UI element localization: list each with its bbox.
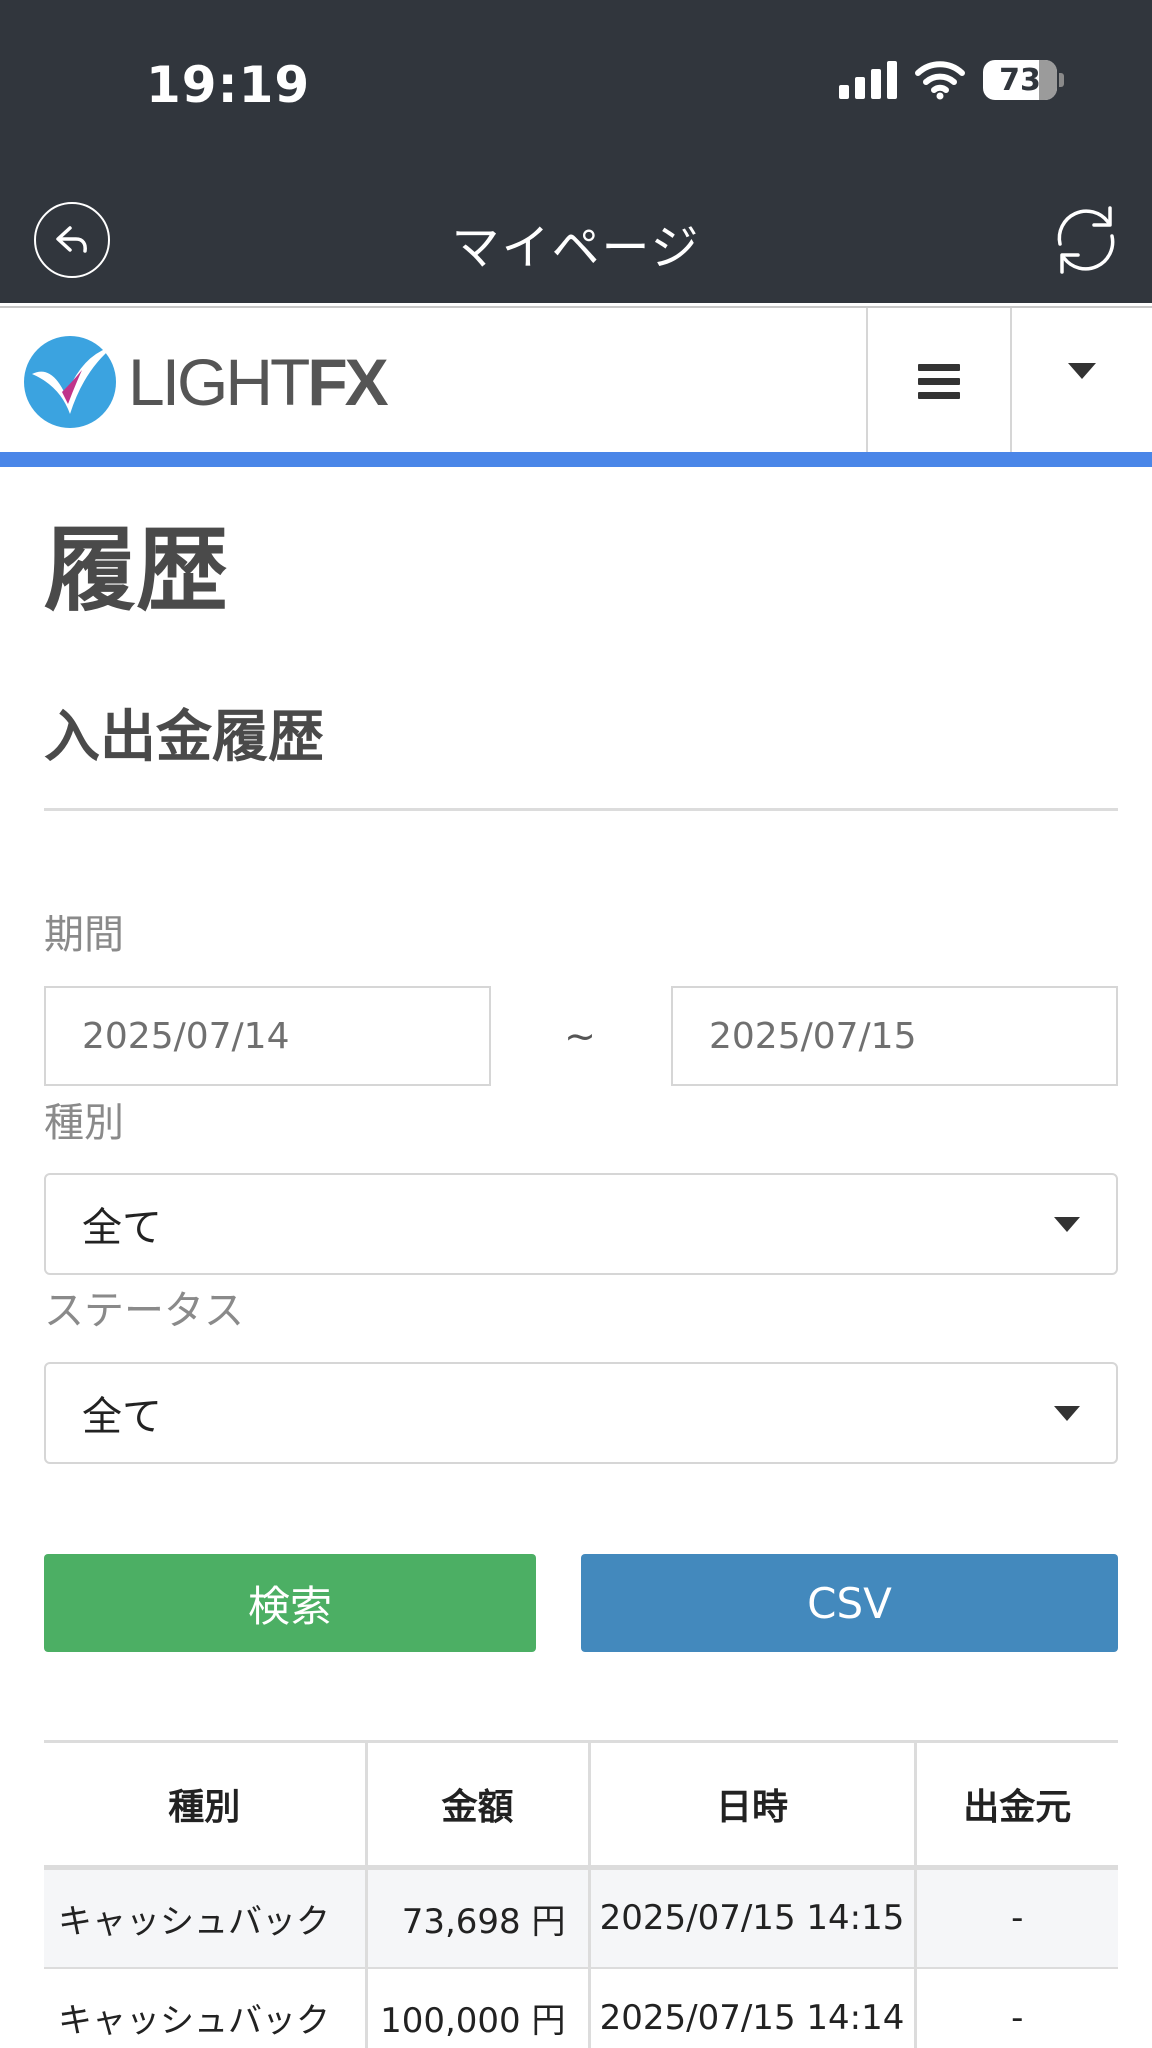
battery-level: 73 bbox=[999, 62, 1041, 98]
lightfx-logo[interactable]: LIGHTFX bbox=[22, 332, 389, 432]
cell-type: キャッシュバック bbox=[44, 1967, 366, 2048]
header-datetime: 日時 bbox=[587, 1740, 915, 1870]
date-separator: ~ bbox=[564, 1014, 596, 1058]
site-header: LIGHTFX bbox=[0, 306, 1152, 454]
battery-icon: 73 bbox=[983, 60, 1057, 100]
header-accent-line bbox=[0, 452, 1152, 467]
status-select[interactable]: 全て bbox=[44, 1362, 1118, 1464]
cell-source: - bbox=[913, 1867, 1118, 1969]
type-label: 種別 bbox=[44, 1100, 124, 1146]
table-row: キャッシュバック 100,000 円 2025/07/15 14:14 - bbox=[44, 1967, 1118, 2048]
status-label: ステータス bbox=[44, 1288, 244, 1334]
cell-type: キャッシュバック bbox=[44, 1867, 366, 1969]
cell-amount: 100,000 円 bbox=[364, 1967, 589, 2048]
refresh-icon bbox=[1057, 206, 1115, 274]
period-label: 期間 bbox=[44, 912, 124, 958]
logo-wordmark: LIGHTFX bbox=[128, 344, 389, 420]
dropdown-button[interactable] bbox=[1012, 308, 1152, 454]
caret-down-icon bbox=[1054, 1217, 1080, 1232]
header-type: 種別 bbox=[44, 1740, 366, 1870]
caret-down-icon bbox=[1068, 363, 1096, 379]
csv-button[interactable]: CSV bbox=[581, 1554, 1118, 1652]
date-to-input[interactable]: 2025/07/15 bbox=[671, 986, 1118, 1086]
search-button[interactable]: 検索 bbox=[44, 1554, 536, 1652]
logo-text-light: LIGHT bbox=[128, 345, 310, 419]
status-time: 19:19 bbox=[146, 56, 311, 114]
page-title: 履歴 bbox=[44, 517, 229, 624]
history-table: 種別 金額 日時 出金元 キャッシュバック 73,698 円 2025/07/1… bbox=[44, 1740, 1118, 2048]
date-from-input[interactable]: 2025/07/14 bbox=[44, 986, 491, 1086]
wifi-icon bbox=[915, 61, 965, 100]
logo-mark-icon bbox=[24, 336, 116, 428]
signal-icon bbox=[839, 61, 897, 99]
battery-tip bbox=[1059, 73, 1064, 87]
table-header-row: 種別 金額 日時 出金元 bbox=[44, 1740, 1118, 1870]
hamburger-menu-icon bbox=[918, 357, 960, 406]
header-amount: 金額 bbox=[364, 1740, 589, 1870]
cell-datetime: 2025/07/15 14:15 bbox=[587, 1867, 915, 1969]
app-title: マイページ bbox=[451, 220, 701, 276]
reload-button[interactable] bbox=[1044, 198, 1128, 282]
header-source: 出金元 bbox=[913, 1740, 1118, 1870]
status-select-value: 全て bbox=[82, 1394, 162, 1440]
type-select-value: 全て bbox=[82, 1205, 162, 1251]
cell-source: - bbox=[913, 1967, 1118, 2048]
type-select[interactable]: 全て bbox=[44, 1173, 1118, 1275]
section-title: 入出金履歴 bbox=[44, 705, 324, 770]
cell-datetime: 2025/07/15 14:14 bbox=[587, 1967, 915, 2048]
caret-down-icon bbox=[1054, 1406, 1080, 1421]
table-row: キャッシュバック 73,698 円 2025/07/15 14:15 - bbox=[44, 1867, 1118, 1969]
menu-button[interactable] bbox=[866, 308, 1012, 454]
section-divider bbox=[44, 808, 1118, 811]
status-icons: 73 bbox=[839, 60, 1064, 100]
logo-text-fx: FX bbox=[307, 345, 388, 419]
cell-amount: 73,698 円 bbox=[364, 1867, 589, 1969]
